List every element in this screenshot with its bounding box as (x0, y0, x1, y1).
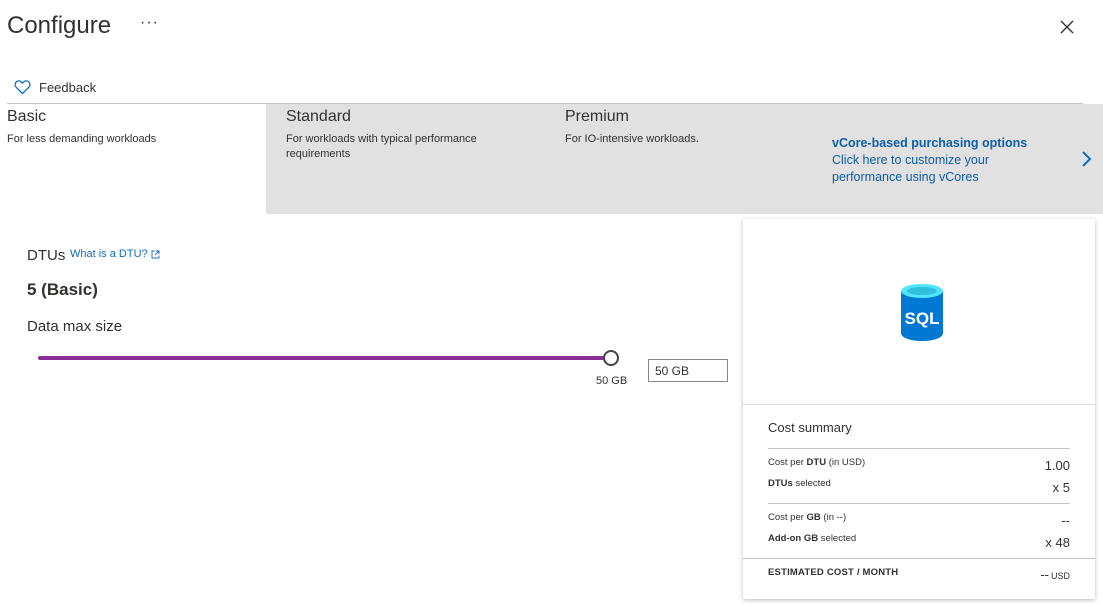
more-options-button[interactable]: ··· (140, 14, 159, 32)
close-button[interactable] (1057, 17, 1077, 37)
data-max-size-input[interactable] (648, 359, 728, 382)
tab-standard[interactable]: Standard For workloads with typical perf… (286, 108, 526, 162)
cost-row-dtus-selected: DTUs selected x 5 (768, 478, 1070, 495)
cost-row-label: DTUs selected (768, 478, 831, 489)
cost-row-value: 1.00 (1044, 458, 1070, 473)
cost-row-value: x 48 (1045, 535, 1070, 550)
cost-row-value: x 5 (1052, 480, 1070, 495)
card-icon-area: SQL (743, 219, 1095, 405)
page-title: Configure (7, 12, 112, 39)
cost-summary-card: SQL Cost summary Cost per DTU (in USD) 1… (743, 219, 1095, 599)
slider-value-label: 50 GB (596, 375, 628, 387)
cost-row-value: -- (1061, 513, 1070, 528)
divider (743, 558, 1095, 559)
tab-basic-name: Basic (7, 108, 47, 125)
cost-row-cost-per-gb: Cost per GB (in --) -- (768, 512, 1070, 528)
dtu-value: 5 (Basic) (27, 280, 98, 299)
sql-database-icon: SQL (901, 284, 943, 341)
tab-standard-description: For workloads with typical performance r… (286, 133, 477, 160)
vcore-description: Click here to customize your performance… (832, 153, 990, 184)
cost-summary-title: Cost summary (768, 420, 852, 435)
feedback-label: Feedback (39, 79, 97, 95)
divider (768, 503, 1070, 504)
data-max-size-label: Data max size (27, 318, 123, 335)
vcore-title: vCore-based purchasing options (832, 136, 1028, 150)
dtu-label: DTUs (27, 247, 66, 264)
sql-icon-label: SQL (905, 309, 940, 328)
chevron-right-icon (1082, 151, 1092, 167)
what-is-dtu-text: What is a DTU? (70, 248, 148, 260)
estimated-cost-unit: USD (1050, 571, 1070, 581)
heart-icon (14, 80, 31, 95)
feedback-button[interactable]: Feedback (14, 77, 96, 97)
close-icon (1060, 20, 1074, 34)
cost-row-label: Add-on GB selected (768, 533, 857, 544)
cost-row-label: Cost per DTU (in USD) (768, 457, 866, 468)
estimated-cost-row: ESTIMATED COST / MONTH -- USD (768, 567, 1070, 582)
vcore-purchasing-link[interactable]: vCore-based purchasing options Click her… (832, 136, 1062, 186)
tab-standard-name: Standard (286, 108, 351, 125)
data-max-size-slider-track[interactable] (38, 356, 611, 360)
tab-premium-description: For IO-intensive workloads. (565, 133, 699, 145)
estimated-cost-label: ESTIMATED COST / MONTH (768, 567, 899, 578)
tab-basic-description: For less demanding workloads (7, 133, 157, 145)
cost-row-addon-gb-selected: Add-on GB selected x 48 (768, 533, 1070, 550)
divider (768, 448, 1070, 449)
tab-premium-name: Premium (565, 108, 630, 125)
external-link-icon (151, 250, 160, 258)
tab-basic[interactable]: Basic For less demanding workloads (7, 108, 257, 147)
data-max-size-slider-thumb[interactable] (603, 350, 619, 366)
cost-row-cost-per-dtu: Cost per DTU (in USD) 1.00 (768, 457, 1070, 473)
vcore-chevron-button[interactable] (1079, 150, 1093, 168)
cost-row-label: Cost per GB (in --) (768, 512, 847, 523)
tab-premium[interactable]: Premium For IO-intensive workloads. (565, 108, 785, 147)
estimated-cost-value: -- USD (1040, 567, 1070, 582)
what-is-dtu-link[interactable]: What is a DTU? (70, 248, 160, 260)
